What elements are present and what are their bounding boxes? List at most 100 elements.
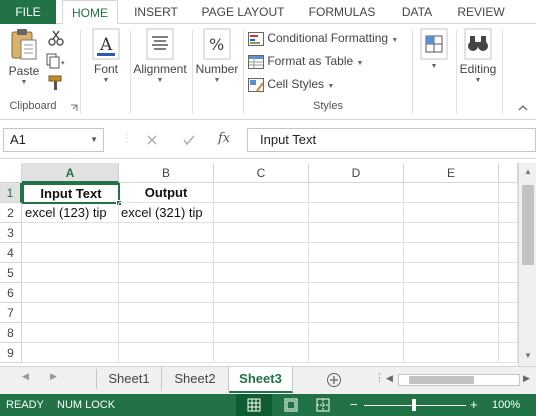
tab-home[interactable]: HOME [62,0,118,25]
row-header-2[interactable]: 2 [0,203,22,223]
grid-cell[interactable] [499,323,518,343]
column-header-d[interactable]: D [309,163,404,183]
worksheet-grid[interactable]: A B C D E 1 2 3 4 5 6 7 8 9 Input Text O… [0,163,518,366]
column-header-b[interactable]: B [119,163,214,183]
grid-cell[interactable] [499,283,518,303]
row-header-3[interactable]: 3 [0,223,22,243]
row-header-9[interactable]: 9 [0,343,22,363]
zoom-out-button[interactable]: − [350,396,358,414]
row-header-6[interactable]: 6 [0,283,22,303]
grid-cell[interactable] [119,283,214,303]
grid-cell[interactable] [22,283,119,303]
grid-cell[interactable] [309,203,404,223]
editing-button[interactable]: Editing ▼ [458,28,498,86]
grid-cell[interactable] [499,343,518,363]
row-header-8[interactable]: 8 [0,323,22,343]
grid-cell[interactable] [404,203,499,223]
scroll-down-icon[interactable]: ▼ [524,351,532,360]
sheet-tab-sheet1[interactable]: Sheet1 [97,367,162,391]
collapse-ribbon-icon[interactable] [518,104,528,112]
fx-icon[interactable]: fx [218,131,230,146]
tab-page-layout[interactable]: PAGE LAYOUT [196,0,290,24]
formula-input[interactable]: Input Text [247,128,536,152]
zoom-slider-thumb[interactable] [412,399,416,411]
tab-split-handle-icon[interactable]: ⋮ [374,371,385,384]
page-layout-view-icon[interactable] [284,398,298,412]
grid-cell[interactable] [309,183,404,203]
tab-file[interactable]: FILE [0,0,56,24]
scroll-right-icon[interactable]: ▶ [523,373,530,384]
sheet-tab-sheet2[interactable]: Sheet2 [162,367,229,391]
vertical-scroll-thumb[interactable] [522,185,534,265]
horizontal-scroll-thumb[interactable] [409,376,474,384]
grid-cell[interactable] [22,243,119,263]
grid-cell[interactable] [22,323,119,343]
grid-cell[interactable] [214,323,309,343]
grid-cell[interactable] [499,203,518,223]
grid-cell[interactable] [499,183,518,203]
grid-cell[interactable] [214,183,309,203]
name-box[interactable]: A1 ▼ [3,128,104,152]
grid-cell[interactable] [214,223,309,243]
cell-a2[interactable]: excel (123) tip [22,203,119,223]
conditional-formatting-button[interactable]: Conditional Formatting ▼ [248,28,398,48]
grid-cell[interactable] [22,263,119,283]
row-header-5[interactable]: 5 [0,263,22,283]
grid-cell[interactable] [22,343,119,363]
sheet-tab-sheet3[interactable]: Sheet3 [229,367,293,393]
grid-cell[interactable] [22,303,119,323]
grid-cell[interactable] [309,243,404,263]
chevron-down-icon[interactable]: ▼ [90,129,98,151]
grid-cell[interactable] [119,243,214,263]
resize-handle-icon[interactable]: ⋮ [122,133,132,144]
grid-cell[interactable] [214,303,309,323]
grid-cell[interactable] [404,303,499,323]
grid-cell[interactable] [309,323,404,343]
cell-b2[interactable]: excel (321) tip [119,203,214,223]
copy-icon[interactable]: ▾ [46,53,68,69]
next-sheet-icon[interactable]: ▶ [50,371,57,382]
normal-view-button[interactable] [236,394,272,416]
zoom-in-button[interactable]: + [470,396,478,414]
number-button[interactable]: % Number ▼ [193,28,241,86]
cell-a1[interactable]: Input Text [22,183,120,204]
cancel-icon[interactable] [146,134,158,146]
grid-cell[interactable] [404,223,499,243]
grid-cell[interactable] [22,223,119,243]
font-button[interactable]: A Font ▼ [86,28,126,86]
grid-cell[interactable] [214,263,309,283]
page-break-view-icon[interactable] [316,398,330,412]
cells-button[interactable]: ▼ [414,28,454,72]
grid-cell[interactable] [119,323,214,343]
grid-cell[interactable] [404,263,499,283]
row-header-4[interactable]: 4 [0,243,22,263]
grid-cell[interactable] [214,243,309,263]
grid-cell[interactable] [119,343,214,363]
grid-cell[interactable] [309,303,404,323]
grid-cell[interactable] [309,343,404,363]
tab-data[interactable]: DATA [392,0,442,24]
grid-cell[interactable] [119,303,214,323]
grid-cell[interactable] [309,223,404,243]
alignment-button[interactable]: Alignment ▼ [130,28,190,86]
grid-cell[interactable] [214,283,309,303]
paste-button[interactable]: Paste ▼ [4,28,44,88]
grid-cell[interactable] [119,263,214,283]
grid-cell[interactable] [404,183,499,203]
column-header-c[interactable]: C [214,163,309,183]
cell-b1[interactable]: Output [119,183,214,203]
grid-cell[interactable] [214,343,309,363]
grid-cell[interactable] [119,223,214,243]
tab-review[interactable]: REVIEW [450,0,512,24]
grid-cell[interactable] [404,323,499,343]
enter-icon[interactable] [182,134,196,146]
grid-cell[interactable] [214,203,309,223]
grid-cell[interactable] [309,283,404,303]
column-header-a[interactable]: A [22,163,119,183]
grid-cell[interactable] [404,243,499,263]
select-all-corner[interactable] [0,163,22,183]
grid-cell[interactable] [404,343,499,363]
cell-styles-button[interactable]: Cell Styles ▼ [248,74,334,94]
grid-cell[interactable] [404,283,499,303]
row-header-7[interactable]: 7 [0,303,22,323]
